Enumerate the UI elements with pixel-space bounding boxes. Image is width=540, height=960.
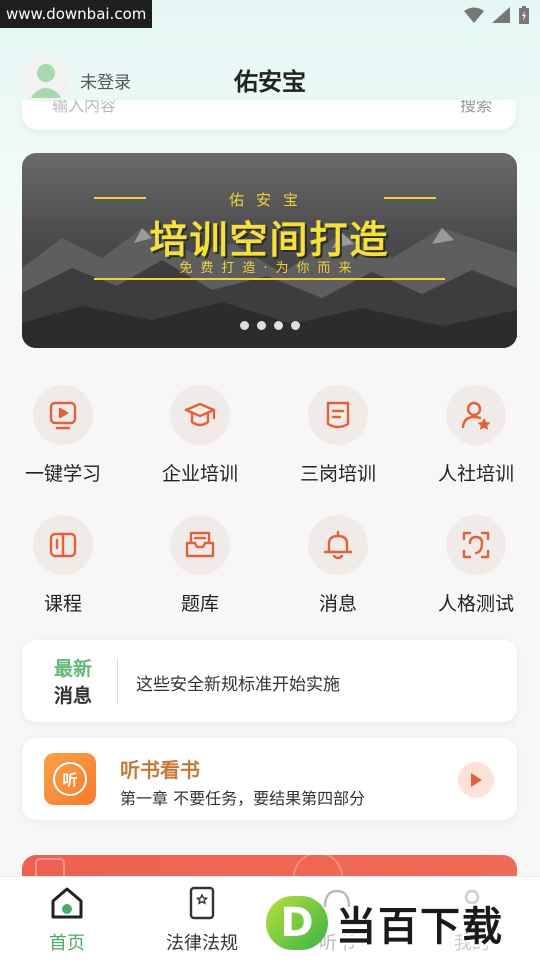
promo-banner[interactable]: 佑安宝 培训空间打造 免费打造·为你而来 (22, 153, 517, 348)
law-document-icon (189, 886, 215, 920)
graduation-cap-icon (170, 385, 230, 445)
grid-item-courses[interactable]: 课程 (3, 515, 123, 616)
status-bar: www.downbai.com (0, 0, 540, 30)
grid-item-messages[interactable]: 消息 (278, 515, 398, 616)
carousel-dot[interactable] (256, 321, 266, 330)
divider (117, 658, 118, 704)
play-screen-icon (33, 385, 93, 445)
grid-label: 企业培训 (161, 463, 238, 485)
grid-item-question-bank[interactable]: 题库 (140, 515, 260, 616)
bell-icon (308, 515, 368, 575)
watermark-url: www.downbai.com (0, 0, 153, 28)
banner-subtitle: 佑安宝 (228, 191, 310, 209)
app-header: 未登录 佑安宝 (0, 52, 540, 108)
play-icon (471, 773, 482, 787)
grid-label: 题库 (180, 593, 219, 615)
home-icon (51, 887, 83, 919)
nav-label: 法律法规 (166, 933, 238, 954)
grid-item-one-key-study[interactable]: 一键学习 (3, 385, 123, 486)
nav-item-home[interactable]: 首页 (12, 885, 122, 955)
signal-icon (492, 7, 510, 23)
grid-label: 一键学习 (24, 463, 101, 485)
carousel-dot[interactable] (273, 321, 283, 330)
nav-label: 首页 (49, 933, 85, 954)
news-tag-latest: 最新 (54, 658, 93, 680)
watermark-logo: D 当百下载 (266, 892, 536, 952)
listen-icon: 听 (44, 753, 96, 805)
carousel-dots (22, 321, 517, 330)
grid-label: 课程 (43, 593, 82, 615)
grid-label: 消息 (318, 593, 357, 615)
grid-item-enterprise-training[interactable]: 企业培训 (140, 385, 260, 486)
grid-label: 三岗培训 (299, 463, 376, 485)
status-icons (464, 6, 530, 24)
news-tag-message: 消息 (54, 685, 93, 707)
grid-item-personality-test[interactable]: 人格测试 (416, 515, 536, 616)
battery-icon (519, 6, 529, 24)
audio-book-card[interactable]: 听 听书看书 第一章 不要任务，要结果第四部分 (22, 738, 517, 820)
carousel-dot[interactable] (290, 321, 300, 330)
news-card[interactable]: 最新 消息 这些安全新规标准开始实施 (22, 640, 517, 722)
audio-subtitle: 第一章 不要任务，要结果第四部分 (120, 789, 366, 808)
play-button[interactable] (458, 762, 494, 798)
news-headline[interactable]: 这些安全新规标准开始实施 (136, 670, 340, 695)
grid-item-three-post-training[interactable]: 三岗培训 (278, 385, 398, 486)
book-icon (33, 515, 93, 575)
carousel-dot[interactable] (239, 321, 249, 330)
inbox-icon (170, 515, 230, 575)
banner-tagline: 免费打造·为你而来 (94, 257, 445, 280)
grid-label: 人社培训 (437, 463, 514, 485)
grid-label: 人格测试 (437, 593, 514, 615)
grid-item-social-training[interactable]: 人社培训 (416, 385, 536, 486)
user-star-icon (446, 385, 506, 445)
banner-title: 培训空间打造 (149, 218, 390, 262)
watermark-logo-text: 当百下载 (336, 904, 504, 950)
nav-item-law[interactable]: 法律法规 (147, 885, 257, 955)
wifi-icon (464, 7, 484, 23)
page-title: 佑安宝 (234, 68, 306, 96)
audio-title: 听书看书 (120, 758, 200, 782)
watermark-logo-badge: D (266, 896, 328, 950)
document-icon (308, 385, 368, 445)
face-scan-icon (446, 515, 506, 575)
listen-icon-text: 听 (53, 762, 87, 796)
